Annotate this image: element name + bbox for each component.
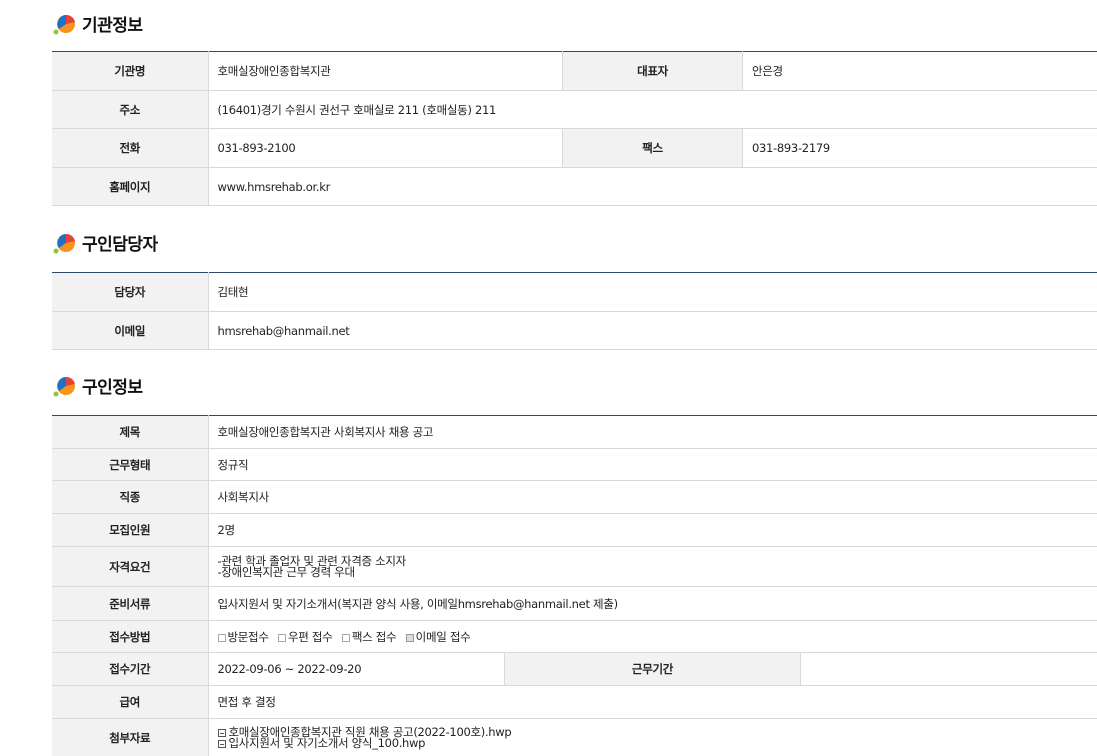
method-email: 이메일 접수 xyxy=(405,629,471,644)
job-docs-label: 준비서류 xyxy=(52,586,209,621)
file-name-2: 입사지원서 및 자기소개서 양식_100.hwp xyxy=(228,735,426,750)
org-fax-value: 031-893-2179 xyxy=(742,128,1097,168)
section-heading: 구인정보 xyxy=(82,377,143,398)
job-salary-label: 급여 xyxy=(52,685,209,719)
method-email-checkbox xyxy=(405,633,414,642)
org-home-value: www.hmsrehab.or.kr xyxy=(208,167,1097,206)
section-bullet-icon xyxy=(52,231,78,254)
job-info-table: 제목 호매실장애인종합복지관 사회복지사 채용 공고 근무형태 정규직 직종 사… xyxy=(52,415,1097,756)
org-addr-label: 주소 xyxy=(52,90,209,129)
job-method-label: 접수방법 xyxy=(52,620,209,653)
job-method-value: 방문접수 우편 접수 팩스 접수 이메일 접수 xyxy=(208,620,1097,653)
job-period-value: 2022-09-06 ~ 2022-09-20 xyxy=(208,652,505,686)
method-visit-checkbox xyxy=(217,633,226,642)
org-name-value: 호매실장애인종합복지관 xyxy=(208,51,563,91)
contact-email-value: hmsrehab@hanmail.net xyxy=(208,311,1097,350)
org-rep-label: 대표자 xyxy=(562,51,743,91)
method-mail-label: 우편 접수 xyxy=(287,629,333,644)
job-count-label: 모집인원 xyxy=(52,513,209,547)
file-link-2[interactable]: 입사지원서 및 자기소개서 양식_100.hwp xyxy=(217,735,1097,750)
file-icon xyxy=(217,739,226,748)
file-icon xyxy=(217,728,226,737)
job-qual-line-2: -장애인복지관 근무 경력 우대 xyxy=(217,564,356,579)
job-files-value: 호매실장애인종합복지관 직원 채용 공고(2022-100호).hwp 입사지원… xyxy=(208,718,1097,756)
method-mail: 우편 접수 xyxy=(277,629,333,644)
job-work-period-value xyxy=(800,652,1097,686)
org-info-table: 기관명 호매실장애인종합복지관 대표자 안은경 주소 (16401)경기 수원시… xyxy=(52,51,1097,206)
section-org-title: 기관정보 xyxy=(52,10,143,36)
org-home-label: 홈페이지 xyxy=(52,167,209,206)
job-subject-label: 제목 xyxy=(52,415,209,449)
method-visit: 방문접수 xyxy=(217,629,269,644)
job-kind-label: 직종 xyxy=(52,480,209,514)
job-qual-label: 자격요건 xyxy=(52,546,209,587)
method-fax-label: 팩스 접수 xyxy=(351,629,397,644)
job-type-label: 근무형태 xyxy=(52,448,209,481)
job-files-label: 첨부자료 xyxy=(52,718,209,756)
job-subject-value: 호매실장애인종합복지관 사회복지사 채용 공고 xyxy=(208,415,1097,449)
org-fax-label: 팩스 xyxy=(562,128,743,168)
section-contact-title: 구인담당자 xyxy=(52,229,158,255)
section-bullet-icon xyxy=(52,374,78,397)
section-heading: 구인담당자 xyxy=(82,234,158,255)
method-mail-checkbox xyxy=(277,633,286,642)
method-email-label: 이메일 접수 xyxy=(415,629,471,644)
job-salary-value: 면접 후 결정 xyxy=(208,685,1097,719)
job-type-value: 정규직 xyxy=(208,448,1097,481)
contact-person-label: 담당자 xyxy=(52,272,209,312)
job-work-period-label: 근무기간 xyxy=(503,652,802,686)
method-visit-label: 방문접수 xyxy=(227,629,269,644)
section-heading: 기관정보 xyxy=(82,15,143,36)
contact-email-label: 이메일 xyxy=(52,311,209,350)
method-fax-checkbox xyxy=(341,633,350,642)
job-period-label: 접수기간 xyxy=(52,652,209,686)
contact-info-table: 담당자 김태현 이메일 hmsrehab@hanmail.net xyxy=(52,272,1097,350)
org-rep-value: 안은경 xyxy=(742,51,1097,91)
org-addr-value: (16401)경기 수원시 권선구 호매실로 211 (호매실동) 211 xyxy=(208,90,1097,129)
job-qual-value: -관련 학과 졸업자 및 관련 자격증 소지자 -장애인복지관 근무 경력 우대 xyxy=(208,546,1097,587)
org-phone-label: 전화 xyxy=(52,128,209,168)
method-fax: 팩스 접수 xyxy=(341,629,397,644)
job-count-value: 2명 xyxy=(208,513,1097,547)
section-bullet-icon xyxy=(52,12,78,35)
contact-person-value: 김태현 xyxy=(208,272,1097,312)
org-phone-value: 031-893-2100 xyxy=(208,128,563,168)
org-name-label: 기관명 xyxy=(52,51,209,91)
job-kind-value: 사회복지사 xyxy=(208,480,1097,514)
job-docs-value: 입사지원서 및 자기소개서(복지관 양식 사용, 이메일hmsrehab@han… xyxy=(208,586,1097,621)
section-job-title: 구인정보 xyxy=(52,372,143,398)
